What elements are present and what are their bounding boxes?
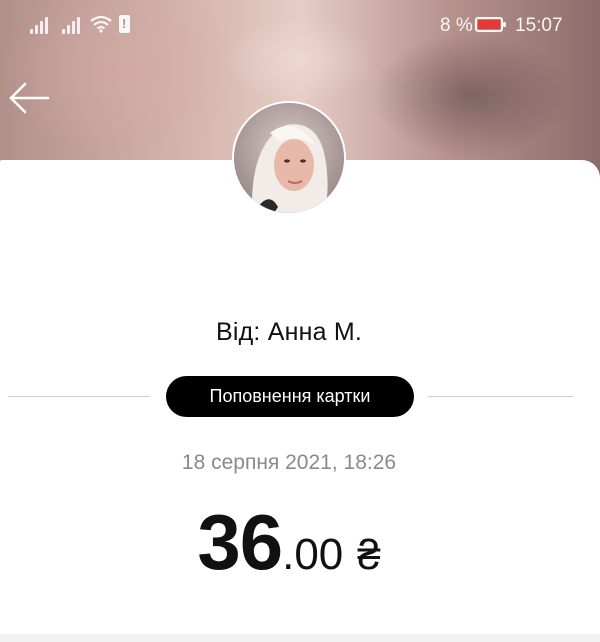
- transaction-type-badge: Поповнення картки: [166, 376, 414, 417]
- battery-low-icon: [475, 17, 506, 32]
- transaction-datetime: 18 серпня 2021, 18:26: [181, 451, 397, 474]
- transaction-amount: 36.00 ₴: [0, 497, 578, 588]
- signal-icon: [62, 16, 82, 34]
- clock: 15:07: [515, 15, 563, 36]
- amount-decimal: .00: [282, 530, 344, 579]
- avatar: [234, 103, 344, 213]
- bottom-edge: [0, 634, 600, 642]
- amount-integer: 36: [197, 498, 283, 586]
- divider-right: [428, 396, 573, 397]
- back-button[interactable]: [8, 78, 52, 118]
- currency-symbol: ₴: [357, 531, 381, 578]
- sender-name: Від: Анна М.: [215, 318, 363, 346]
- sim-alert-icon: [119, 15, 130, 33]
- divider-left: [8, 396, 150, 397]
- status-bar: 8 % 15:07: [0, 0, 600, 52]
- arrow-left-icon: [9, 82, 50, 114]
- wifi-icon: [90, 15, 112, 33]
- battery-percent: 8 %: [440, 15, 473, 36]
- signal-icon: [30, 16, 50, 34]
